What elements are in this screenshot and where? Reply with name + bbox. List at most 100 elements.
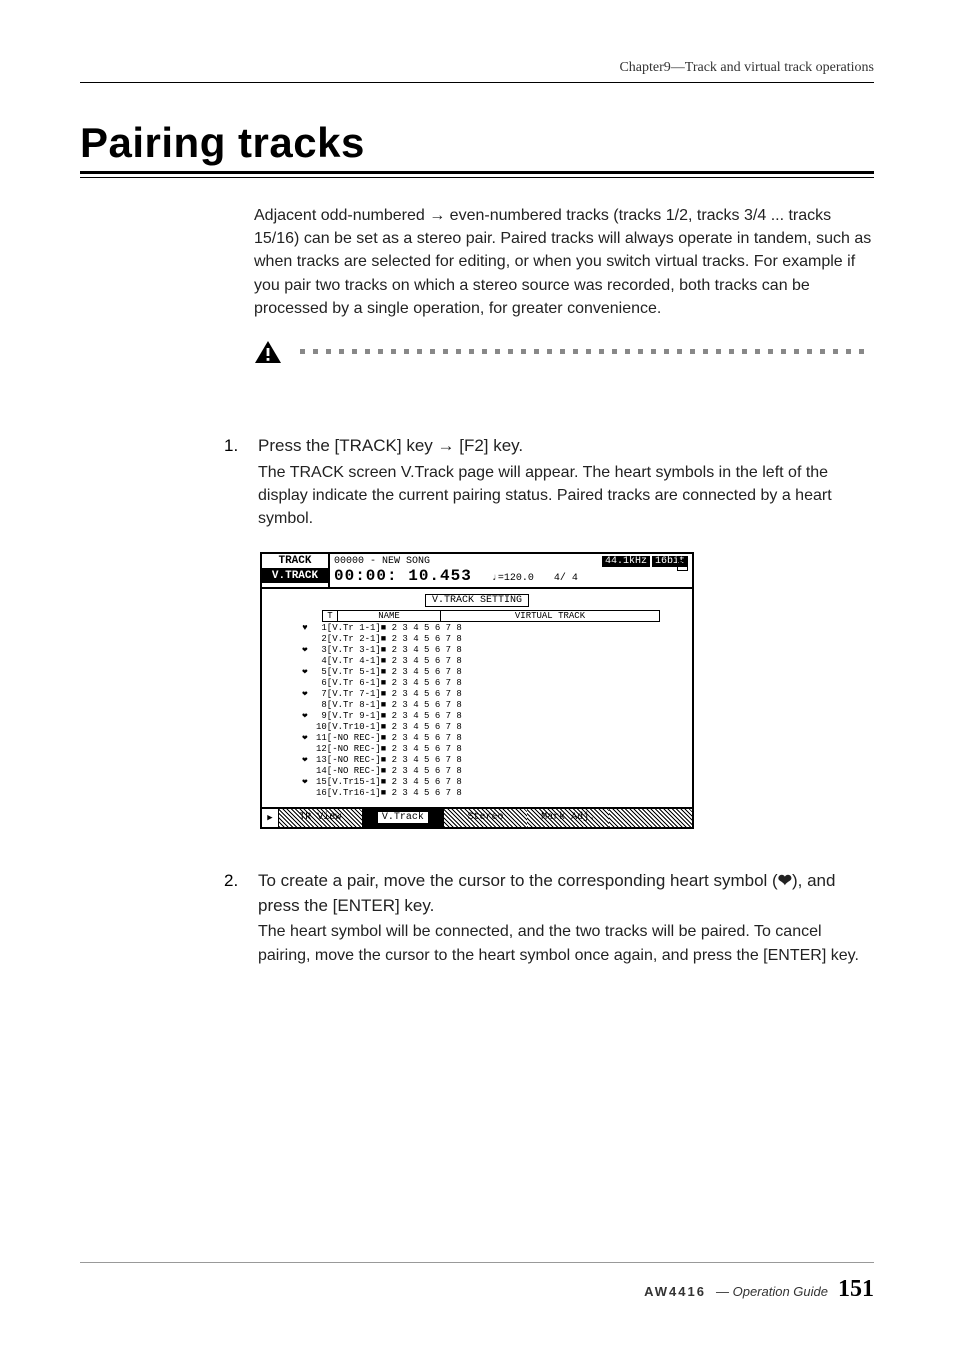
- lcd-track-row: 6[V.Tr 6-1]■ 2 3 4 5 6 7 8: [294, 678, 660, 689]
- dots-row: [300, 349, 864, 354]
- lcd-track-line: 11[-NO REC-]■ 2 3 4 5 6 7 8: [316, 733, 462, 744]
- lcd-track-line: 8[V.Tr 8-1]■ 2 3 4 5 6 7 8: [316, 700, 462, 711]
- lcd-track-line: 6[V.Tr 6-1]■ 2 3 4 5 6 7 8: [316, 678, 462, 689]
- lcd-screenshot: TRACK V.TRACK 00000 - NEW SONG 44.1kHz16…: [80, 552, 874, 829]
- heart-icon: ❤: [294, 777, 316, 788]
- footer-guide: — Operation Guide: [716, 1284, 828, 1299]
- lcd-track-line: 2[V.Tr 2-1]■ 2 3 4 5 6 7 8: [316, 634, 462, 645]
- dot: [573, 349, 578, 354]
- heart-icon: ❤: [294, 689, 316, 700]
- lcd-track-line: 3[V.Tr 3-1]■ 2 3 4 5 6 7 8: [316, 645, 462, 656]
- lcd-section-title-wrap: V.TRACK SETTING: [294, 595, 660, 606]
- lcd-track-row: 2[V.Tr 2-1]■ 2 3 4 5 6 7 8: [294, 634, 660, 645]
- footer-model: AW4416: [644, 1284, 706, 1299]
- lcd-track-row: ❤ 7[V.Tr 7-1]■ 2 3 4 5 6 7 8: [294, 689, 660, 700]
- title-rule-thick: [80, 171, 874, 174]
- dot: [781, 349, 786, 354]
- lcd-bottom-tab-vtrack: V.Track: [362, 809, 445, 827]
- lcd-time: 00:00: 10.453: [334, 567, 472, 585]
- heart-icon: ❤: [778, 871, 792, 890]
- dot: [508, 349, 513, 354]
- step-2-lead: To create a pair, move the cursor to the…: [258, 869, 874, 918]
- dot: [729, 349, 734, 354]
- footer-page-number: 151: [838, 1276, 874, 1303]
- lcd-track-line: 13[-NO REC-]■ 2 3 4 5 6 7 8: [316, 755, 462, 766]
- heart-icon: ❤: [294, 755, 316, 766]
- lcd-bottom-tab-empty: [609, 809, 692, 827]
- warning-dots-row: [254, 340, 874, 364]
- dot: [521, 349, 526, 354]
- lcd-track-row: 16[V.Tr16-1]■ 2 3 4 5 6 7 8: [294, 788, 660, 799]
- step-1: 1. Press the [TRACK] key → [F2] key. The…: [224, 434, 874, 530]
- lcd-track-row: 10[V.Tr10-1]■ 2 3 4 5 6 7 8: [294, 722, 660, 733]
- heart-icon: ❤: [294, 667, 316, 678]
- footer-rule: [80, 1262, 874, 1263]
- chapter-rule: [80, 82, 874, 83]
- dot: [456, 349, 461, 354]
- dot: [482, 349, 487, 354]
- dot: [807, 349, 812, 354]
- dot: [495, 349, 500, 354]
- step-2-desc: The heart symbol will be connected, and …: [258, 920, 874, 966]
- dot: [690, 349, 695, 354]
- lcd-track-row: ❤13[-NO REC-]■ 2 3 4 5 6 7 8: [294, 755, 660, 766]
- heart-icon: ❤: [294, 733, 316, 744]
- lcd-section-title: V.TRACK SETTING: [425, 594, 529, 607]
- dot: [755, 349, 760, 354]
- lcd-rows: ♥ 1[V.Tr 1-1]■ 2 3 4 5 6 7 8 2[V.Tr 2-1]…: [294, 623, 660, 799]
- dot: [794, 349, 799, 354]
- page-footer: AW4416 — Operation Guide 151: [644, 1276, 874, 1303]
- lcd-track-row: 14[-NO REC-]■ 2 3 4 5 6 7 8: [294, 766, 660, 777]
- dot: [404, 349, 409, 354]
- lcd-tab-vtrack: V.TRACK: [262, 569, 328, 583]
- dot: [664, 349, 669, 354]
- dot: [313, 349, 318, 354]
- lcd-track-row: ❤11[-NO REC-]■ 2 3 4 5 6 7 8: [294, 733, 660, 744]
- lcd-track-line: 15[V.Tr15-1]■ 2 3 4 5 6 7 8: [316, 777, 462, 788]
- dot: [300, 349, 305, 354]
- title-rule-thin: [80, 177, 874, 178]
- step-number: 1.: [224, 434, 246, 530]
- dot: [365, 349, 370, 354]
- heart-icon: ♥: [294, 623, 316, 634]
- lcd-track-line: 4[V.Tr 4-1]■ 2 3 4 5 6 7 8: [316, 656, 462, 667]
- dot: [339, 349, 344, 354]
- step-1-lead: Press the [TRACK] key → [F2] key.: [258, 434, 874, 459]
- dot: [586, 349, 591, 354]
- dot: [417, 349, 422, 354]
- dot: [677, 349, 682, 354]
- dot: [547, 349, 552, 354]
- dot: [846, 349, 851, 354]
- lcd-track-line: 16[V.Tr16-1]■ 2 3 4 5 6 7 8: [316, 788, 462, 799]
- lcd-col-t: T: [322, 610, 338, 622]
- dot: [560, 349, 565, 354]
- lcd-header-row: T NAME VIRTUAL TRACK: [322, 610, 660, 622]
- step-1-desc: The TRACK screen V.Track page will appea…: [258, 461, 874, 531]
- lcd-track-line: 5[V.Tr 5-1]■ 2 3 4 5 6 7 8: [316, 667, 462, 678]
- dot: [599, 349, 604, 354]
- lcd-track-row: ❤ 5[V.Tr 5-1]■ 2 3 4 5 6 7 8: [294, 667, 660, 678]
- lcd-track-row: ❤ 3[V.Tr 3-1]■ 2 3 4 5 6 7 8: [294, 645, 660, 656]
- dot: [859, 349, 864, 354]
- page-title: Pairing tracks: [80, 119, 874, 167]
- dot: [820, 349, 825, 354]
- lcd-sample-rate: 44.1kHz: [602, 556, 650, 567]
- lcd-track-line: 9[V.Tr 9-1]■ 2 3 4 5 6 7 8: [316, 711, 462, 722]
- dot: [430, 349, 435, 354]
- chapter-header: Chapter9—Track and virtual track operati…: [80, 60, 874, 76]
- lcd-track-row: ♥ 1[V.Tr 1-1]■ 2 3 4 5 6 7 8: [294, 623, 660, 634]
- dot: [352, 349, 357, 354]
- lcd-m-icon: M: [677, 560, 688, 571]
- dot: [716, 349, 721, 354]
- intro-paragraph: Adjacent odd-numbered → even-numbered tr…: [254, 204, 874, 320]
- lcd-track-row: ❤ 9[V.Tr 9-1]■ 2 3 4 5 6 7 8: [294, 711, 660, 722]
- dot: [534, 349, 539, 354]
- lcd-tab-track: TRACK: [262, 554, 328, 569]
- lcd-bottom-tab-trview: TR View: [279, 809, 362, 827]
- lcd-tempo: ♩=120.0: [492, 573, 534, 584]
- dot: [625, 349, 630, 354]
- lcd-col-name: NAME: [337, 610, 441, 622]
- dot: [742, 349, 747, 354]
- dot: [612, 349, 617, 354]
- lcd-bottom-tab-stereo: Stereo: [444, 809, 527, 827]
